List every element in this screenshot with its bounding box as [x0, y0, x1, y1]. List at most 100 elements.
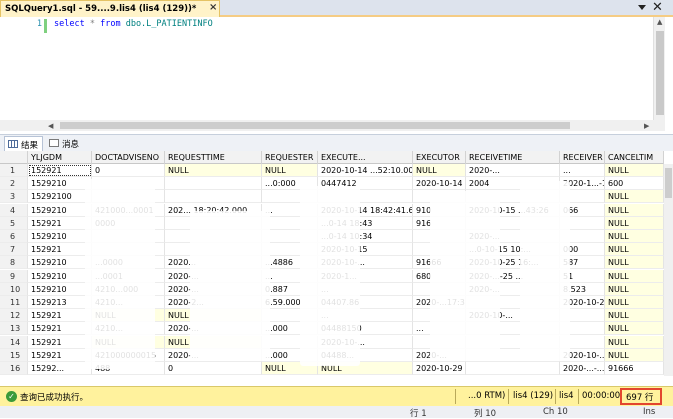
grid-cell[interactable]: 2020-...-...6:000: [560, 362, 605, 375]
grid-cell[interactable]: 152921: [28, 322, 92, 336]
keyword-from: from: [100, 19, 121, 29]
grid-cell[interactable]: NULL: [605, 256, 664, 270]
grid-cell[interactable]: 15292100: [28, 190, 92, 204]
column-header[interactable]: DOCTADVISENO: [92, 151, 165, 164]
grid-cell[interactable]: NULL: [605, 269, 664, 283]
line-position: 行 1: [410, 409, 427, 419]
grid-cell[interactable]: [466, 362, 560, 375]
sql-editor[interactable]: 1 select * from dbo.L_PATIENTINFO ▲ ◀ ▶: [0, 17, 673, 234]
grid-cell[interactable]: 152921: [28, 335, 92, 349]
scroll-thumb[interactable]: [60, 122, 570, 129]
column-header[interactable]: RECEIVETIME: [466, 151, 560, 164]
tab-results-label: 结果: [21, 141, 39, 151]
grid-vertical-scrollbar[interactable]: [664, 164, 673, 376]
row-number: 5: [0, 216, 28, 230]
grid-cell[interactable]: NULL: [605, 335, 664, 349]
grid-cell[interactable]: 2020-10-29 03...: [413, 362, 466, 375]
query-tab-title: SQLQuery1.sql - 59....9.lis4 (lis4 (129)…: [5, 4, 197, 14]
grid-cell[interactable]: ...: [560, 164, 605, 177]
scroll-thumb[interactable]: [656, 31, 664, 115]
insert-mode: Ins: [643, 407, 656, 417]
row-number: 10: [0, 282, 28, 296]
scroll-up-icon[interactable]: ▲: [657, 18, 662, 26]
grid-cell[interactable]: NULL: [605, 164, 664, 177]
grid-cell[interactable]: NULL: [605, 190, 664, 204]
grid-cell[interactable]: NULL: [413, 164, 466, 177]
column-header[interactable]: RECEIVER: [560, 151, 605, 164]
connection-info: lis4 (129): [513, 391, 554, 401]
window-close-icon[interactable]: ✕: [652, 0, 663, 15]
grid-cell[interactable]: 2020-10-14 18:48:34: [413, 177, 466, 191]
status-divider: [455, 389, 456, 404]
tab-list-dropdown-icon[interactable]: [638, 5, 646, 10]
grid-cell[interactable]: NULL: [605, 230, 664, 243]
row-number: 7: [0, 243, 28, 257]
grid-cell[interactable]: 1529210: [28, 256, 92, 270]
results-grid[interactable]: YLJGDM DOCTADVISENO REQUESTTIME REQUESTER EX…: [0, 151, 673, 376]
grid-cell[interactable]: 152921: [28, 243, 92, 257]
grid-cell[interactable]: [165, 177, 262, 191]
tab-messages[interactable]: 消息: [46, 136, 83, 151]
grid-cell[interactable]: 152921: [28, 309, 92, 323]
row-number: 12: [0, 309, 28, 323]
grid-cell[interactable]: NULL: [605, 216, 664, 230]
grid-cell[interactable]: 0: [92, 164, 165, 177]
editor-horizontal-scrollbar[interactable]: ◀ ▶: [0, 120, 665, 234]
column-header[interactable]: CANCELTIM: [605, 151, 664, 164]
table-row[interactable]: 1 152921 0 NULL NULL 2020-10-14 ...52:10.000 N…: [0, 164, 664, 177]
row-header-corner[interactable]: [0, 151, 28, 164]
database-name: lis4: [559, 391, 574, 401]
tab-results[interactable]: 结果: [4, 136, 44, 151]
query-status-bar: ✓ 查询已成功执行。 ...0 RTM) lis4 (129) lis4 00:…: [0, 386, 673, 406]
status-divider: [555, 389, 556, 404]
scroll-left-icon[interactable]: ◀: [48, 122, 53, 130]
grid-cell[interactable]: NULL: [605, 282, 664, 296]
grid-cell[interactable]: 15292...: [28, 362, 92, 375]
column-header[interactable]: REQUESTTIME: [165, 151, 262, 164]
status-divider: [508, 389, 509, 404]
grid-header-row: YLJGDM DOCTADVISENO REQUESTTIME REQUESTER EX…: [0, 151, 664, 164]
grid-cell[interactable]: 152921: [28, 164, 92, 177]
grid-cell[interactable]: 1529210: [28, 282, 92, 296]
line-number: 1: [36, 19, 42, 29]
grid-cell[interactable]: 1529213: [28, 296, 92, 309]
column-header[interactable]: YLJGDM: [28, 151, 92, 164]
grid-cell[interactable]: NULL: [165, 164, 262, 177]
grid-cell[interactable]: 2020-...: [466, 164, 560, 177]
scroll-right-icon[interactable]: ▶: [644, 122, 649, 130]
tab-messages-label: 消息: [62, 140, 80, 150]
editor-vertical-scrollbar[interactable]: ▲: [653, 17, 665, 120]
row-number: 15: [0, 348, 28, 362]
row-number: 3: [0, 190, 28, 204]
row-number: 2: [0, 177, 28, 191]
grid-cell[interactable]: NULL: [605, 322, 664, 336]
grid-cell[interactable]: 1529210: [28, 269, 92, 283]
grid-cell[interactable]: NULL: [262, 164, 318, 177]
sql-code-line[interactable]: select * from dbo.L_PATIENTINFO: [54, 19, 213, 29]
grid-cell[interactable]: 152921: [28, 216, 92, 230]
column-header[interactable]: EXECUTOR: [413, 151, 466, 164]
grid-cell[interactable]: 0: [165, 362, 262, 375]
grid-icon: [8, 140, 18, 148]
column-header[interactable]: EXECUTE...: [318, 151, 413, 164]
row-number: 11: [0, 296, 28, 309]
grid-cell[interactable]: 1529210: [28, 230, 92, 243]
grid-cell[interactable]: NULL: [605, 296, 664, 309]
grid-cell[interactable]: NULL: [605, 203, 664, 217]
grid-cell[interactable]: 2020-10-14 ...52:10.000: [318, 164, 413, 177]
scroll-thumb[interactable]: [665, 168, 672, 198]
grid-cell[interactable]: NULL: [605, 243, 664, 257]
grid-cell[interactable]: 152921: [28, 348, 92, 362]
grid-cell[interactable]: NULL: [605, 348, 664, 362]
grid-cell[interactable]: 600: [605, 177, 664, 191]
grid-cell[interactable]: [165, 190, 262, 204]
column-header[interactable]: REQUESTER: [262, 151, 318, 164]
grid-cell[interactable]: NULL: [605, 309, 664, 323]
grid-cell[interactable]: 1529210: [28, 177, 92, 191]
document-tab-bar: SQLQuery1.sql - 59....9.lis4 (lis4 (129)…: [0, 0, 673, 17]
grid-cell[interactable]: 1529210: [28, 203, 92, 217]
grid-cell[interactable]: 91666: [605, 362, 664, 375]
tab-close-icon[interactable]: ×: [209, 2, 217, 13]
query-document-tab[interactable]: SQLQuery1.sql - 59....9.lis4 (lis4 (129)…: [0, 0, 220, 17]
message-icon: [49, 139, 59, 147]
